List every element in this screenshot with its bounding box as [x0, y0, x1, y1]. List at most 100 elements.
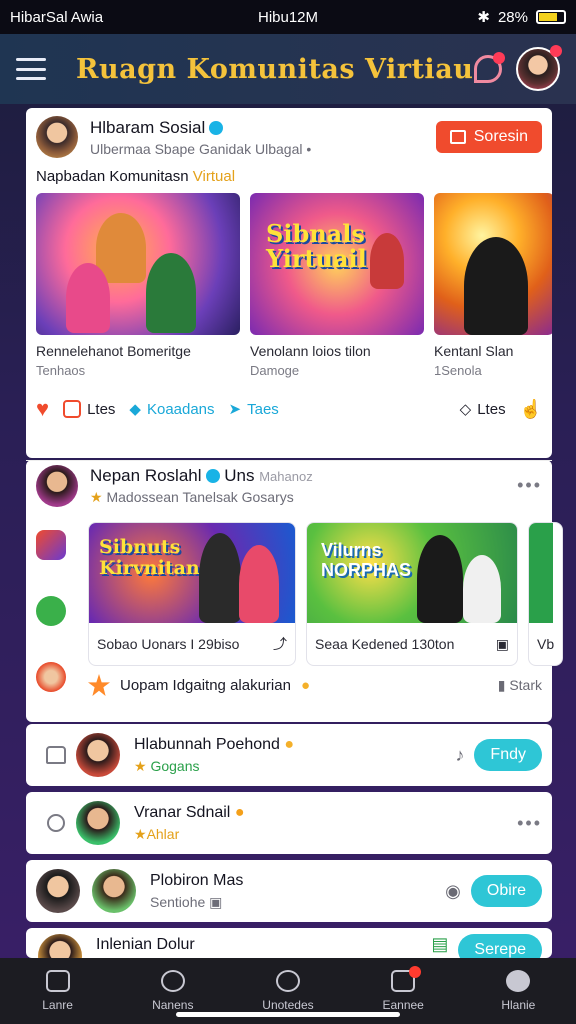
battery-icon	[536, 10, 566, 24]
nav-profile[interactable]: Hlanie	[468, 970, 568, 1012]
list-item[interactable]: Hlabunnah Poehond ● ★ Gogans ♪ Fndy	[26, 724, 552, 786]
caption-text: Napbadan Komunitasn	[36, 168, 189, 185]
list-item[interactable]: Plobiron Mas Sentiohe ▣ ◉ Obire	[26, 860, 552, 922]
list-action-button[interactable]: Obire	[470, 875, 542, 907]
list-item[interactable]: Vranar Sdnail ● ★Ahlar •••	[26, 792, 552, 854]
nav-home[interactable]: Lanre	[8, 970, 108, 1012]
like-action[interactable]: Ltes	[63, 400, 115, 418]
list-item[interactable]: Inlenian Dolur ▤ Serepe	[26, 928, 552, 958]
list-action-button[interactable]: Serepe	[458, 934, 542, 958]
status-left-text: HibarSal Awia	[10, 8, 104, 26]
image-icon[interactable]: ▣	[496, 636, 509, 653]
more-options-icon[interactable]: •••	[517, 475, 542, 496]
avatar[interactable]	[38, 934, 82, 958]
nav-badge	[409, 966, 422, 978]
app-header: Ruagn Komunitas Virtiau	[0, 34, 576, 104]
like-icon	[63, 400, 82, 418]
like-label: Ltes	[87, 400, 116, 418]
thumbnail-text: Sibnuts Kirvnitan	[99, 536, 200, 579]
tools-icon[interactable]	[36, 530, 66, 560]
diamond-icon: ◇	[459, 401, 472, 418]
post-actions: ♥ Ltes ◆ Koaadans ➤ Taes ◇ Ltes ☝	[26, 378, 552, 422]
comment-label: Koaadans	[146, 400, 215, 418]
status-bar: HibarSal Awia Hibu12M ✱ 28%	[0, 0, 576, 34]
bookmark-icon[interactable]	[46, 746, 66, 764]
media-tile[interactable]: Sibnuts Kirvnitan Sobao Uonars I 29biso ⤴	[88, 522, 296, 666]
emoji-icon: ●	[284, 735, 295, 753]
search-icon[interactable]	[47, 814, 65, 832]
start-link[interactable]: ▮ Stark	[498, 677, 542, 694]
list-action-button[interactable]: Fndy	[474, 739, 542, 771]
media-carousel[interactable]: Rennelehanot Bomeritge Tenhaos Sibnals Y…	[26, 193, 552, 378]
image-icon: ▣	[209, 893, 223, 910]
link-icon[interactable]: ⤴	[273, 634, 287, 654]
media-tile[interactable]: Vb	[528, 522, 564, 666]
media-item[interactable]: Rennelehanot Bomeritge Tenhaos	[36, 193, 240, 378]
media-item[interactable]: Sibnals Yirtuail Venolann loios tilon Da…	[250, 193, 424, 378]
post-card-1: Hlbaram Sosial Ulbermaa Sbape Ganidak Ul…	[26, 108, 552, 458]
nav-games[interactable]: Eannee	[353, 966, 453, 1012]
avatar[interactable]	[76, 801, 120, 845]
post-meta: ★ Madossean Tanelsak Gosarys	[90, 489, 313, 506]
nav-label: Nanens	[152, 998, 194, 1012]
author-avatar[interactable]	[36, 116, 78, 158]
list-title: Plobiron Mas	[150, 871, 244, 889]
chart-icon: ▮	[497, 676, 506, 693]
home-icon	[45, 970, 70, 992]
list-side	[36, 814, 76, 832]
nav-label: Unotedes	[262, 998, 314, 1012]
share-label: Taes	[247, 400, 279, 418]
avatar[interactable]	[76, 733, 120, 777]
heart-icon[interactable]: ♥	[36, 396, 49, 422]
avatar[interactable]	[36, 869, 80, 913]
media-thumbnail: Sibnals Yirtuail	[250, 193, 424, 335]
media-carousel[interactable]: Sibnuts Kirvnitan Sobao Uonars I 29biso ⤴…	[88, 522, 564, 666]
media-thumbnail: Vilurns NORPHAS	[307, 523, 517, 623]
post-meta-text: Madossean Tanelsak Gosarys	[106, 488, 294, 505]
post-card-2: Nepan Roslahl Uns Mahanoz ★ Madossean Ta…	[26, 460, 564, 722]
media-title: Kentanl Slan	[434, 343, 514, 359]
post-author-name: Hlbaram Sosial	[90, 117, 206, 137]
media-tile[interactable]: Vilurns NORPHAS Seaa Kedened 130ton ▣	[306, 522, 518, 666]
game-icon[interactable]	[36, 596, 66, 626]
star-icon: ★	[90, 488, 103, 505]
nav-updates[interactable]: Unotedes	[238, 970, 338, 1012]
thumbnail-text: Vilurns NORPHAS	[321, 540, 412, 580]
list-title: Vranar Sdnail ●	[134, 804, 244, 822]
nav-explore[interactable]: Nanens	[123, 970, 223, 1012]
post-author[interactable]: Hlbaram Sosial	[90, 118, 311, 138]
nav-label: Lanre	[42, 998, 73, 1012]
post-caption: Napbadan Komunitasn Virtual	[26, 166, 552, 193]
list-title: Inlenian Dolur	[96, 936, 195, 953]
avatar[interactable]	[92, 869, 136, 913]
music-icon[interactable]: ♪	[455, 745, 464, 766]
app-title: Ruagn Komunitas Virtiau	[76, 53, 474, 85]
profile-avatar[interactable]	[516, 45, 562, 91]
community-list: Hlabunnah Poehond ● ★ Gogans ♪ Fndy Vran…	[26, 724, 552, 964]
more-options-icon[interactable]: •••	[517, 813, 542, 834]
tile-footer: Seaa Kedened 130ton ▣	[307, 623, 517, 665]
thumbs-up-icon[interactable]: ☝	[520, 399, 542, 420]
record-icon[interactable]: ◉	[445, 881, 461, 902]
media-title: Venolann loios tilon	[250, 343, 371, 359]
tag-action[interactable]: ◇ Ltes	[459, 400, 506, 419]
notification-icon[interactable]	[474, 52, 505, 83]
comment-row[interactable]: Uopam Idgaitng alakurian ● ▮ Stark	[88, 674, 542, 696]
media-item[interactable]: Kentanl Slan 1Senola	[434, 193, 552, 378]
comment-action[interactable]: ◆ Koaadans	[129, 400, 215, 419]
author-avatar[interactable]	[36, 464, 78, 507]
document-icon[interactable]: ▤	[431, 934, 448, 955]
join-button[interactable]: Soresin	[435, 121, 542, 153]
start-label: Stark	[509, 676, 542, 693]
media-thumbnail	[36, 193, 240, 335]
media-thumbnail	[434, 193, 552, 335]
post-author[interactable]: Nepan Roslahl Uns Mahanoz	[90, 466, 313, 486]
list-title: Hlabunnah Poehond ●	[134, 736, 294, 754]
emoji-icon: ●	[300, 676, 311, 694]
star-icon: ★	[134, 757, 147, 774]
menu-icon[interactable]	[16, 58, 46, 80]
media-thumbnail	[529, 523, 553, 623]
share-action[interactable]: ➤ Taes	[229, 400, 279, 419]
user-icon[interactable]	[36, 662, 66, 692]
media-sub: 1Senola	[434, 363, 482, 378]
